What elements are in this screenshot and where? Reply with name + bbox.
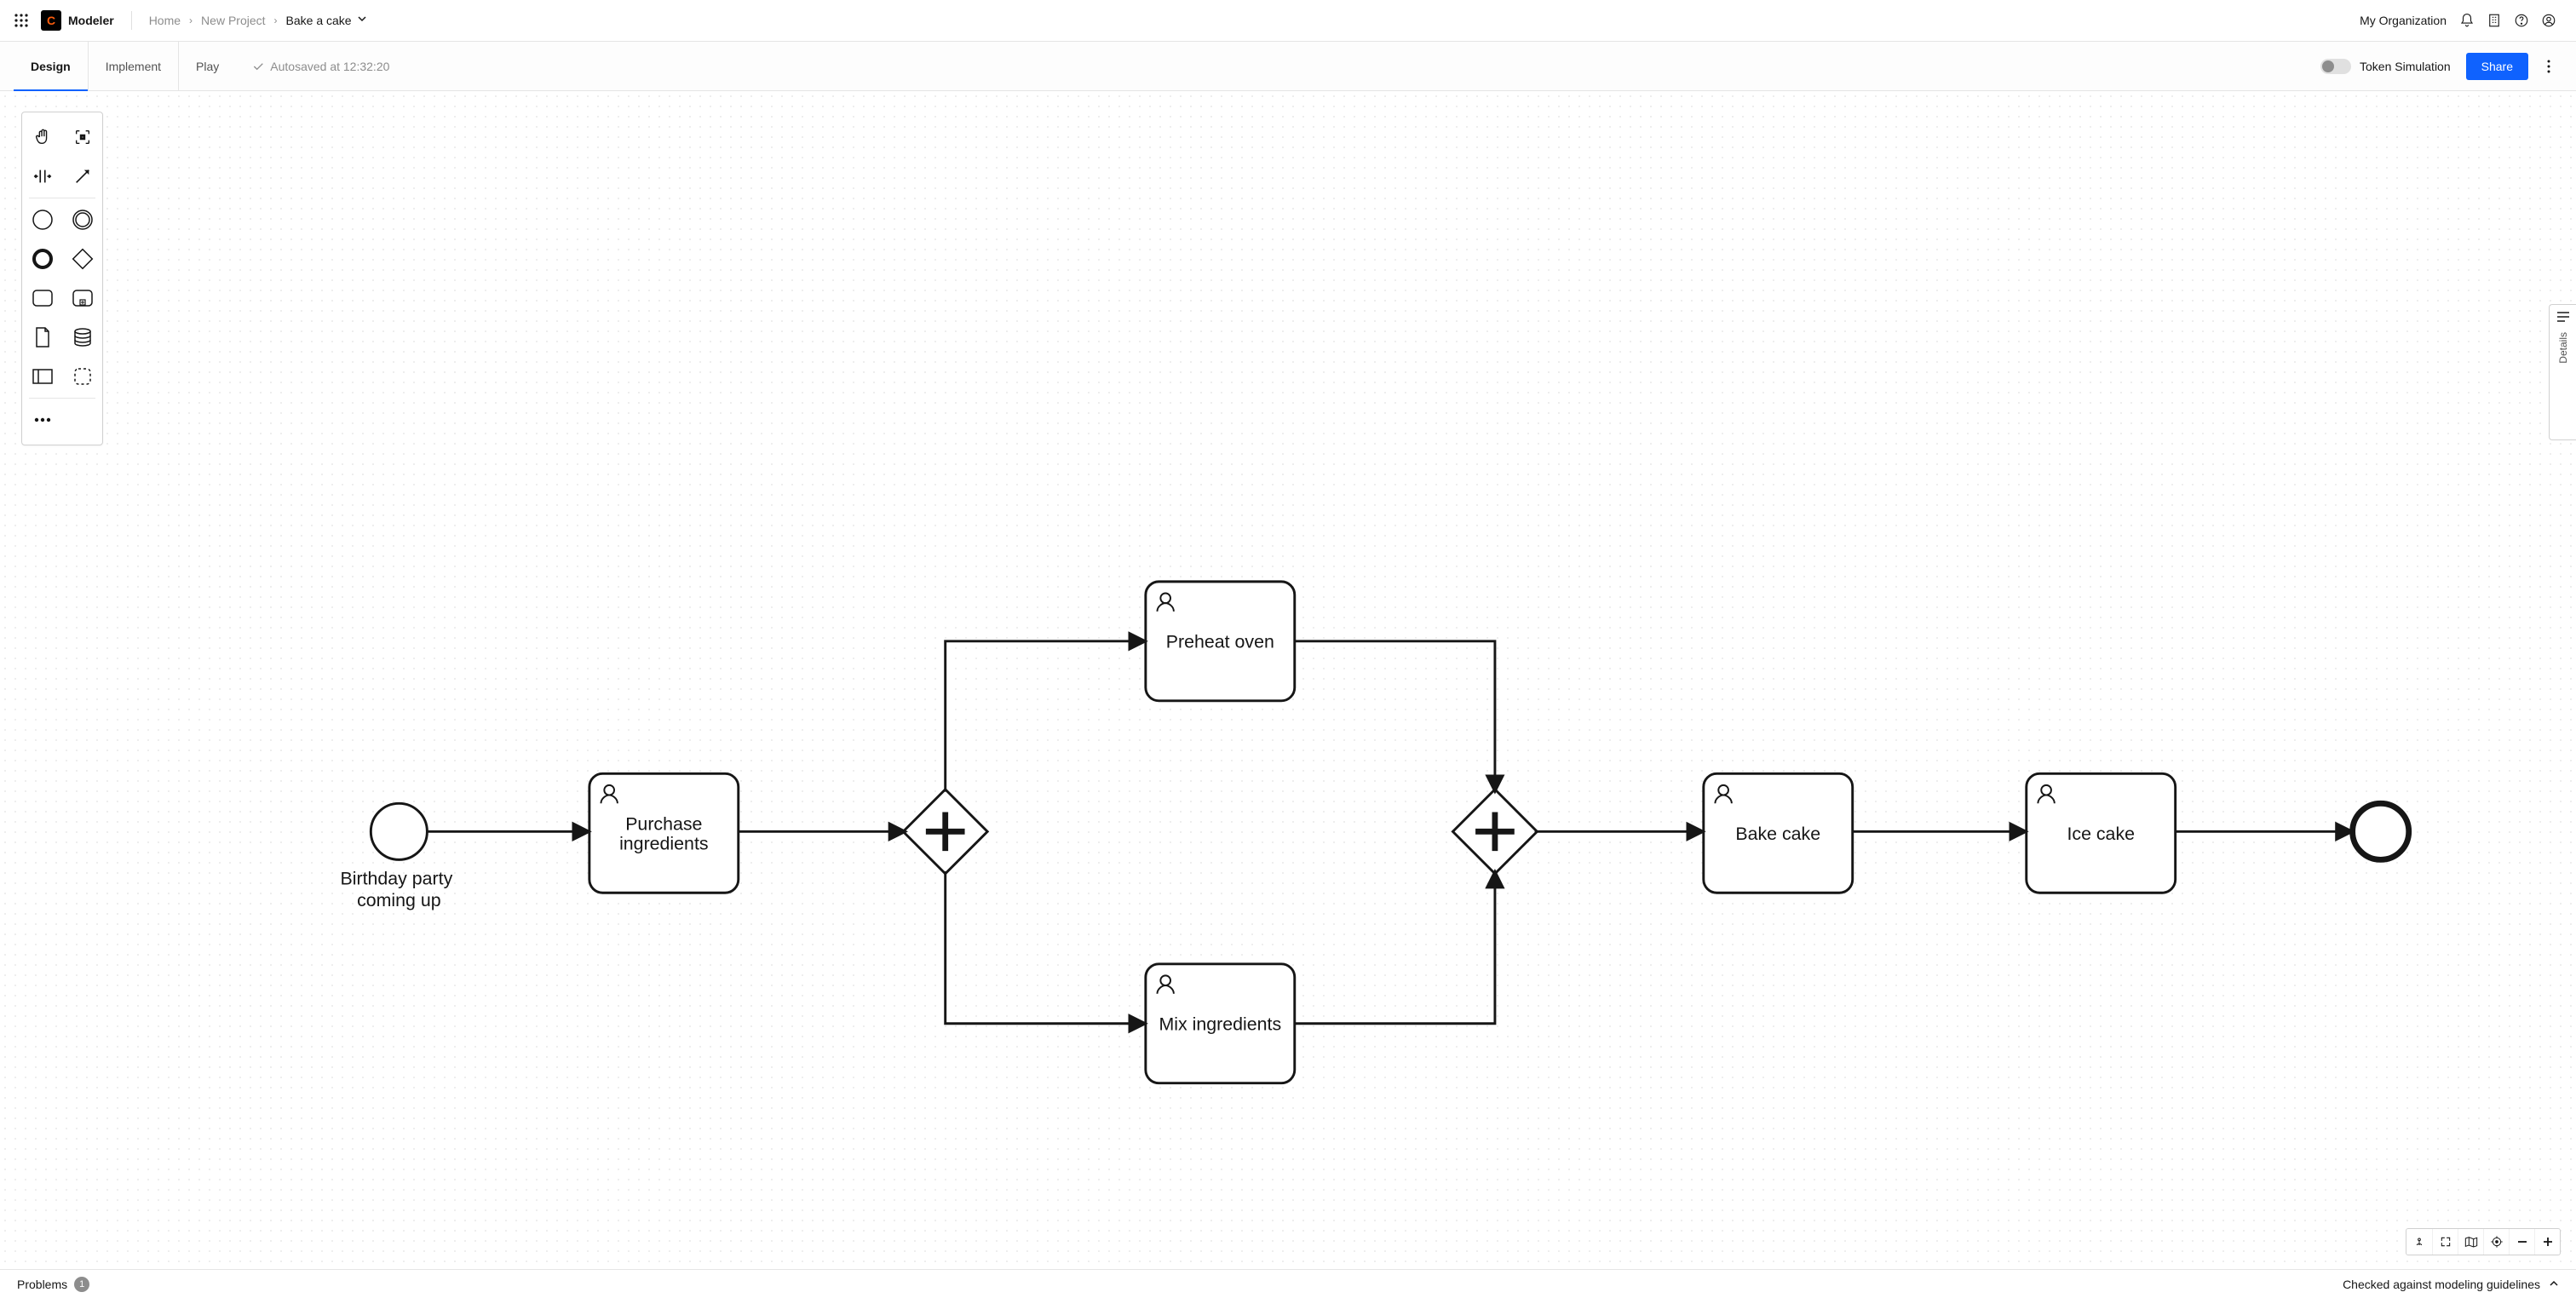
tab-design[interactable]: Design — [14, 42, 88, 90]
svg-text:Mix ingredients: Mix ingredients — [1159, 1014, 1281, 1035]
svg-text:Preheat oven: Preheat oven — [1166, 632, 1274, 652]
gateway-join[interactable] — [1452, 790, 1537, 874]
start-event[interactable] — [371, 803, 427, 859]
apps-menu-icon[interactable] — [14, 13, 29, 28]
autosave-status: Autosaved at 12:32:20 — [251, 60, 389, 73]
brand-logo: C — [41, 10, 61, 31]
zoom-in-icon[interactable] — [2534, 1229, 2560, 1255]
share-button[interactable]: Share — [2466, 53, 2528, 80]
task-preheat-oven[interactable]: Preheat oven — [1146, 582, 1295, 701]
details-panel-collapsed[interactable]: Details — [2549, 304, 2576, 440]
guidelines-status[interactable]: Checked against modeling guidelines — [2343, 1278, 2540, 1291]
panel-icon — [2557, 312, 2569, 322]
building-icon[interactable] — [2481, 7, 2508, 34]
mode-tabs: Design Implement Play — [14, 42, 236, 90]
problems-count-badge[interactable]: 1 — [74, 1277, 89, 1292]
flow-preheat-to-join[interactable] — [1295, 641, 1495, 792]
status-bar: Problems 1 Checked against modeling guid… — [0, 1269, 2576, 1298]
zoom-out-icon[interactable] — [2509, 1229, 2534, 1255]
organization-label[interactable]: My Organization — [2360, 14, 2447, 27]
problems-label[interactable]: Problems — [17, 1278, 67, 1291]
brand-name: Modeler — [68, 14, 114, 27]
simulation-label: Token Simulation — [2360, 60, 2451, 73]
fullscreen-icon[interactable] — [2432, 1229, 2458, 1255]
details-label: Details — [2557, 332, 2569, 364]
chevron-up-icon[interactable] — [2549, 1278, 2559, 1291]
task-bake-cake[interactable]: Bake cake — [1704, 773, 1853, 893]
minimap-icon[interactable] — [2458, 1229, 2483, 1255]
task-purchase-ingredients[interactable]: Purchaseingredients — [589, 773, 739, 893]
tab-play[interactable]: Play — [178, 42, 236, 90]
task-mix-ingredients[interactable]: Mix ingredients — [1146, 964, 1295, 1083]
breadcrumb-project[interactable]: New Project — [201, 14, 265, 27]
svg-text:Purchaseingredients: Purchaseingredients — [619, 813, 709, 853]
more-menu-icon[interactable] — [2535, 53, 2562, 80]
task-ice-cake[interactable]: Ice cake — [2027, 773, 2176, 893]
flow-gateway-to-mix[interactable] — [946, 871, 1146, 1024]
breadcrumb-current[interactable]: Bake a cake — [286, 14, 352, 27]
gateway-split[interactable] — [903, 790, 987, 874]
center-icon[interactable] — [2483, 1229, 2509, 1255]
user-icon[interactable] — [2535, 7, 2562, 34]
autosave-text: Autosaved at 12:32:20 — [270, 60, 389, 73]
end-event[interactable] — [2353, 803, 2409, 859]
canvas-area[interactable]: Birthday party coming up Purchaseingredi… — [0, 91, 2576, 1269]
breadcrumb-home[interactable]: Home — [149, 14, 181, 27]
svg-text:Ice cake: Ice cake — [2067, 824, 2135, 844]
flow-gateway-to-preheat[interactable] — [946, 641, 1146, 792]
top-bar: C Modeler Home › New Project › Bake a ca… — [0, 0, 2576, 42]
tab-implement[interactable]: Implement — [88, 42, 178, 90]
help-icon[interactable] — [2508, 7, 2535, 34]
chevron-icon: › — [189, 14, 193, 26]
check-icon — [251, 60, 265, 73]
bell-icon[interactable] — [2453, 7, 2481, 34]
bpmn-diagram[interactable]: Birthday party coming up Purchaseingredi… — [0, 91, 2576, 1269]
chevron-icon: › — [274, 14, 278, 26]
simulation-toggle[interactable] — [2320, 59, 2351, 74]
mode-bar: Design Implement Play Autosaved at 12:32… — [0, 42, 2576, 91]
reset-viewport-icon[interactable] — [2406, 1229, 2432, 1255]
canvas-controls — [2406, 1228, 2561, 1255]
breadcrumb-dropdown-icon[interactable] — [357, 13, 367, 28]
start-event-label: Birthday party coming up — [341, 869, 458, 910]
divider — [131, 11, 132, 30]
flow-mix-to-join[interactable] — [1295, 871, 1495, 1024]
svg-text:Bake cake: Bake cake — [1735, 824, 1820, 844]
